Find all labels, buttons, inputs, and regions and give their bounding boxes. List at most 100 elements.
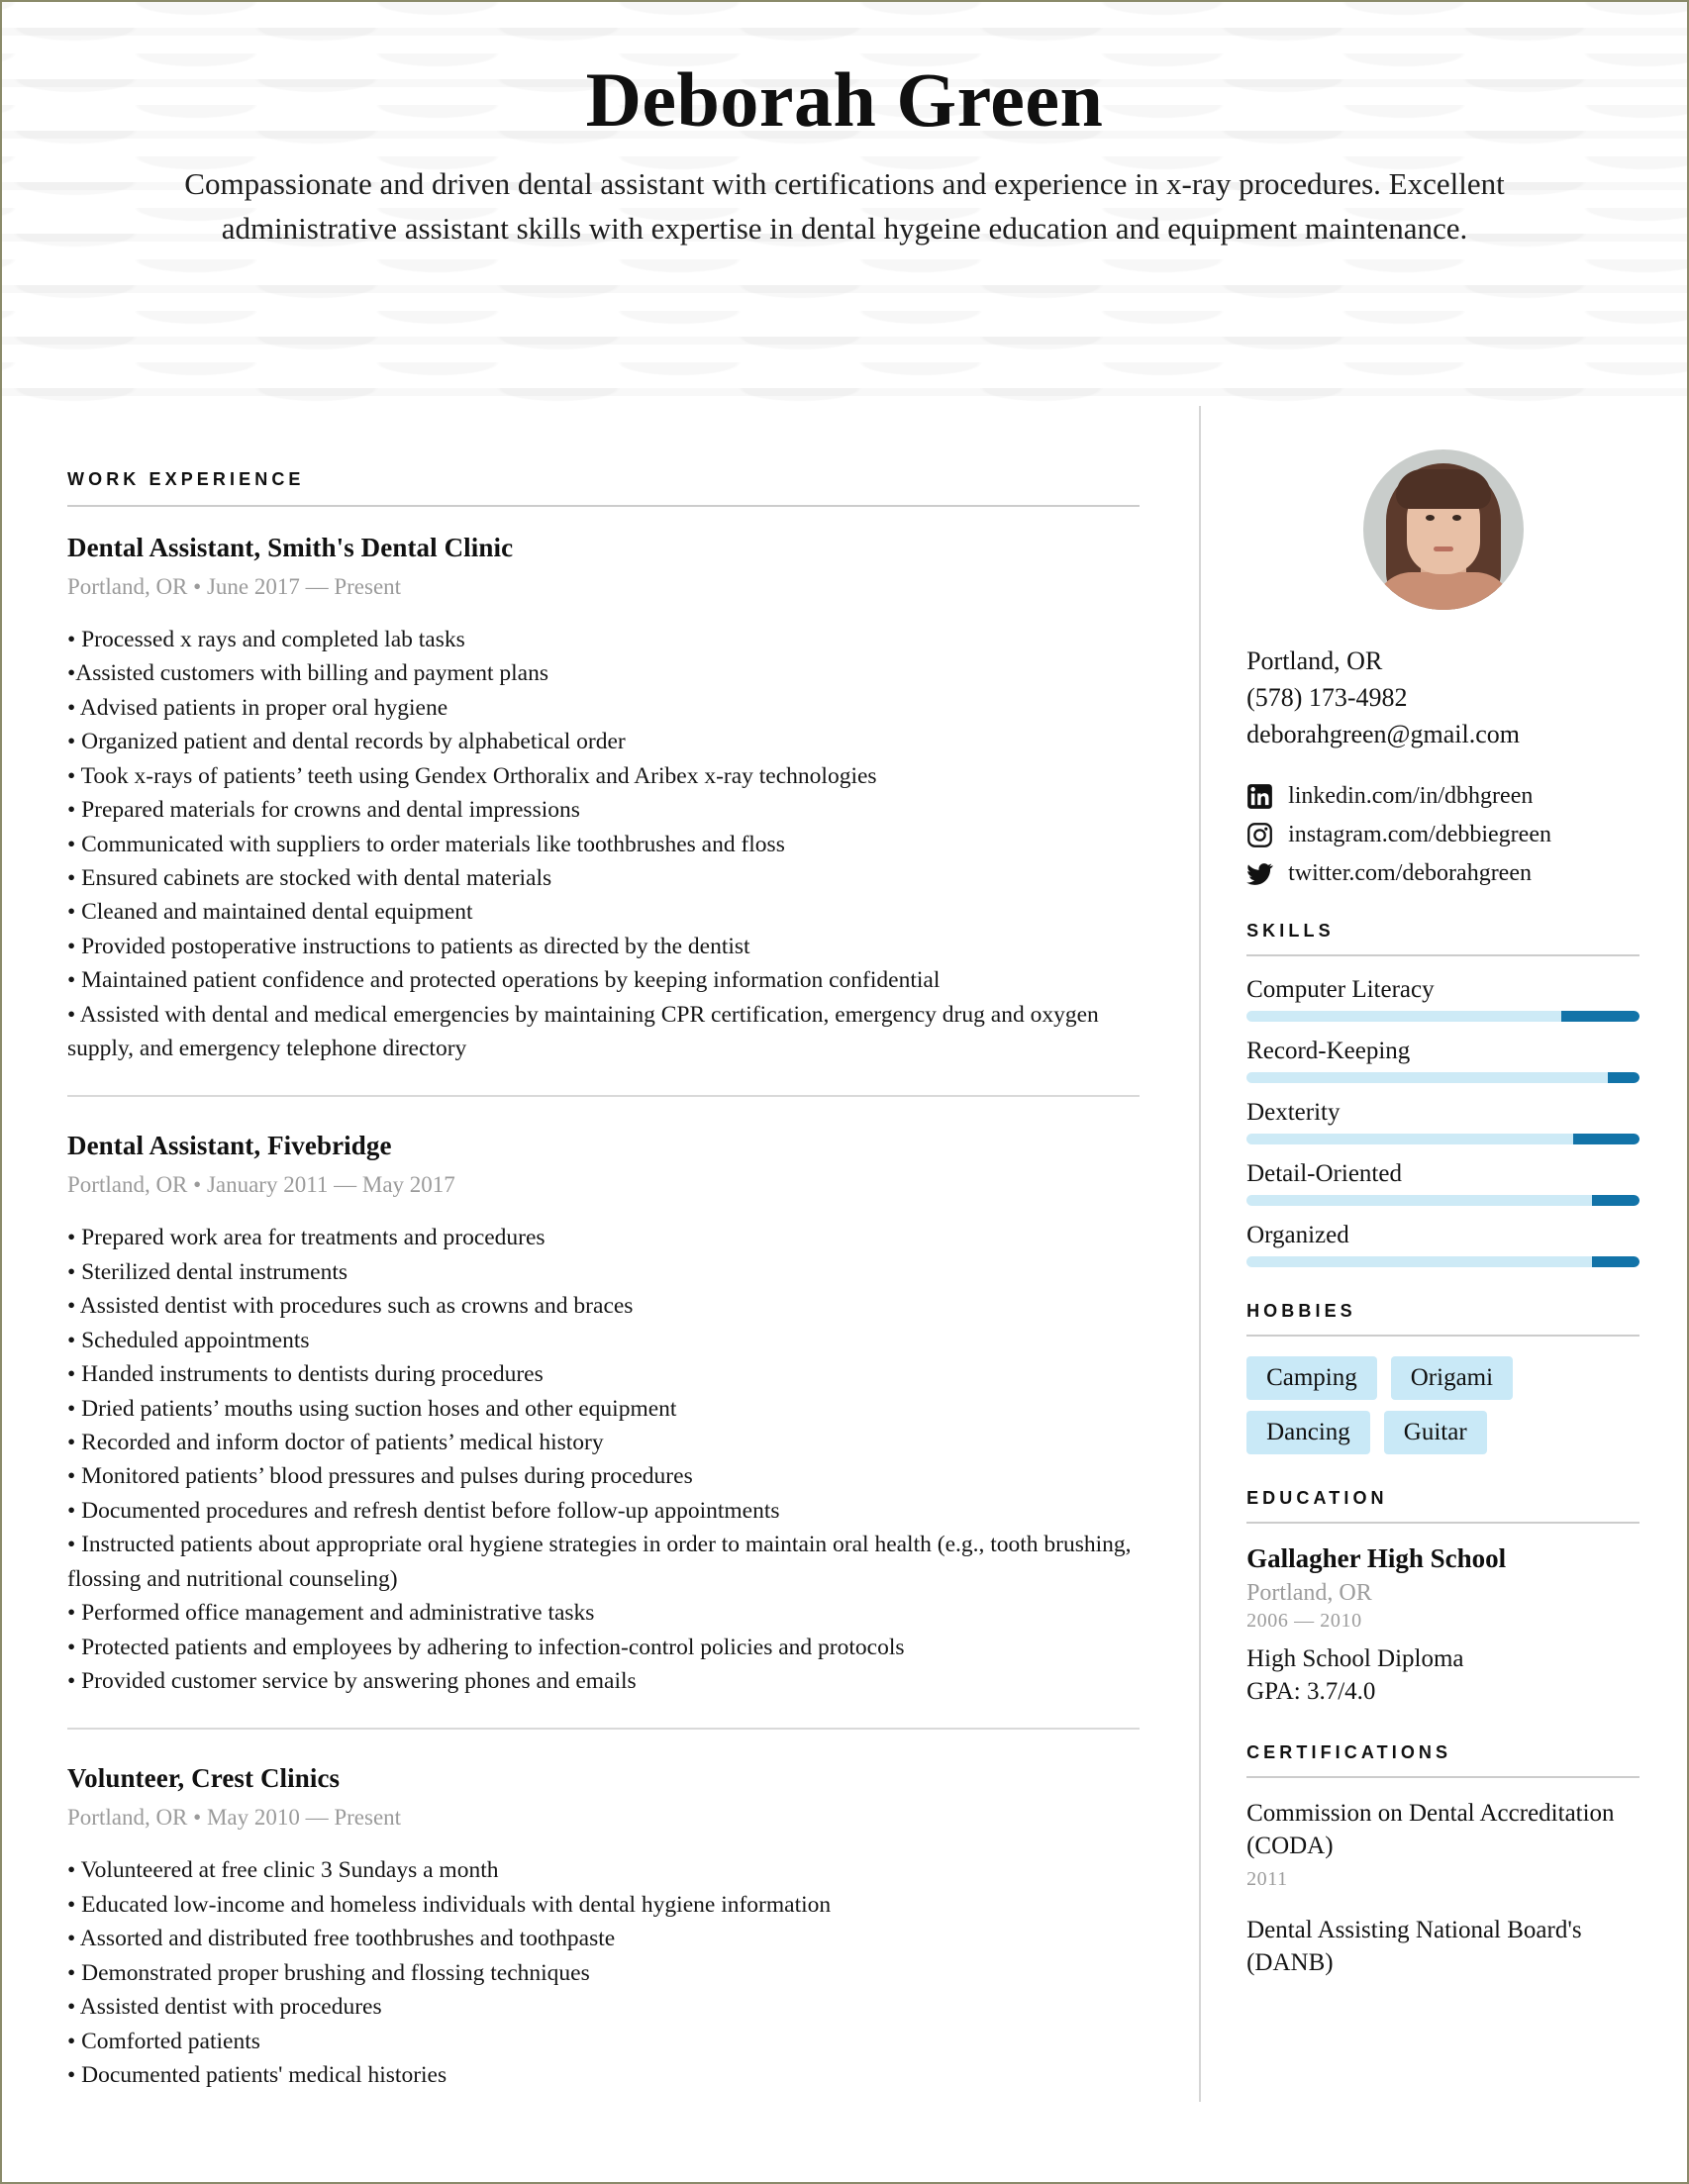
bullet-item: • Recorded and inform doctor of patients… — [67, 1430, 604, 1456]
bullet-item: • Advised patients in proper oral hygien… — [67, 694, 448, 721]
work-entry-bullets: • Processed x rays and completed lab tas… — [67, 623, 1140, 1065]
hobby-tag: Origami — [1390, 1355, 1514, 1400]
work-entry-divider — [67, 1095, 1141, 1098]
social-link-label: twitter.com/deborahgreen — [1288, 859, 1532, 886]
page-title: Deborah Green — [585, 56, 1104, 143]
bullet-item: • Provided customer service by answering… — [67, 1667, 637, 1694]
skill-progress-bar — [1246, 1255, 1639, 1267]
skill-progress-bar — [1246, 1194, 1639, 1206]
skill-label: Dexterity — [1246, 1098, 1341, 1126]
certification-year: 2011 — [1246, 1868, 1288, 1891]
work-experience-list: Dental Assistant, Smith's Dental Clinic P… — [67, 533, 1141, 2092]
hobby-tag: Guitar — [1383, 1410, 1487, 1454]
work-entry-divider — [67, 1728, 1141, 1731]
skills-heading: SKILLS — [1246, 920, 1335, 941]
bullet-item: • Protected patients and employees by ad… — [67, 1634, 905, 1660]
resume-page: Deborah Green Compassionate and driven d… — [0, 0, 1689, 2184]
contact-phone[interactable]: (578) 173-4982 — [1246, 680, 1639, 717]
skill-label: Organized — [1246, 1221, 1349, 1248]
work-experience-heading: WORK EXPERIENCE — [67, 469, 305, 489]
social-link[interactable]: twitter.com/deborahgreen — [1246, 860, 1639, 887]
work-entry-meta: Portland, OR • June 2017 — Present — [67, 574, 402, 599]
professional-summary: Compassionate and driven dental assistan… — [184, 166, 1505, 247]
skill-progress-lead — [1608, 1071, 1639, 1083]
section-divider — [1246, 1334, 1639, 1337]
work-entry: Dental Assistant, Fivebridge Portland, OR… — [67, 1131, 1140, 1698]
bullet-item: • Assorted and distributed free toothbru… — [67, 1926, 616, 1952]
social-link[interactable]: linkedin.com/in/dbhgreen — [1246, 783, 1639, 810]
certifications-section: CERTIFICATIONS Commission on Dental Accr… — [1246, 1742, 1639, 1979]
bullet-item: • Provided postoperative instructions to… — [67, 933, 750, 959]
instagram-icon — [1246, 822, 1273, 848]
bullet-item: • Scheduled appointments — [67, 1327, 310, 1353]
section-divider — [1246, 1776, 1639, 1779]
hobbies-section: HOBBIES Camping Origami Dancing Guitar — [1246, 1301, 1639, 1454]
hobbies-list: Camping Origami Dancing Guitar — [1246, 1355, 1639, 1454]
bullet-item: • Educated low-income and homeless indiv… — [67, 1891, 832, 1918]
certification-name: Commission on Dental Accreditation (CODA… — [1246, 1800, 1615, 1859]
social-link-label: linkedin.com/in/dbhgreen — [1288, 782, 1534, 809]
bullet-item: • Organized patient and dental records b… — [67, 729, 626, 755]
certification-name: Dental Assisting National Board's (DANB) — [1246, 1917, 1582, 1976]
bullet-item: • Processed x rays and completed lab tas… — [67, 627, 465, 652]
work-entry: Volunteer, Crest Clinics Portland, OR • M… — [67, 1763, 1140, 2092]
certifications-list: Commission on Dental Accreditation (CODA… — [1246, 1798, 1639, 1979]
skill-progress-lead — [1560, 1010, 1639, 1022]
bullet-item: • Ensured cabinets are stocked with dent… — [67, 864, 552, 891]
bullet-item: • Communicated with suppliers to order m… — [67, 831, 785, 857]
avatar-eye-left — [1425, 515, 1435, 521]
resume-header: Deborah Green Compassionate and driven d… — [2, 2, 1687, 406]
skill-label: Computer Literacy — [1246, 975, 1435, 1003]
bullet-item: • Documented patients' medical histories — [67, 2061, 447, 2088]
section-divider — [1246, 1521, 1639, 1524]
bullet-item: • Cleaned and maintained dental equipmen… — [67, 899, 473, 926]
linkedin-icon — [1246, 783, 1273, 810]
skill-progress-lead — [1572, 1133, 1639, 1144]
skill-label: Record-Keeping — [1246, 1037, 1411, 1064]
education-section: EDUCATION Gallagher High School Portland… — [1246, 1488, 1639, 1710]
bullet-item: • Monitored patients’ blood pressures an… — [67, 1463, 693, 1490]
bullet-item: • Comforted patients — [67, 2028, 260, 2054]
skill-item: Detail-Oriented — [1246, 1160, 1639, 1206]
section-divider — [1246, 953, 1639, 956]
certifications-heading: CERTIFICATIONS — [1246, 1742, 1452, 1763]
contact-location: Portland, OR — [1246, 646, 1383, 675]
skill-progress-lead — [1592, 1194, 1639, 1206]
skill-progress-bar — [1246, 1133, 1639, 1144]
skill-item: Record-Keeping — [1246, 1038, 1639, 1083]
avatar-shoulders — [1373, 572, 1513, 610]
bullet-item: • Documented procedures and refresh dent… — [67, 1497, 780, 1524]
certification-item: Commission on Dental Accreditation (CODA… — [1246, 1798, 1639, 1891]
skill-item: Computer Literacy — [1246, 976, 1639, 1022]
skill-progress-bar — [1246, 1010, 1639, 1022]
skill-progress-bar — [1246, 1071, 1639, 1083]
work-entry-title: Volunteer, Crest Clinics — [67, 1763, 341, 1794]
bullet-item: • Dried patients’ mouths using suction h… — [67, 1395, 677, 1422]
bullet-item: • Instructed patients about appropriate … — [67, 1532, 1132, 1592]
certification-item: Dental Assisting National Board's (DANB) — [1246, 1915, 1639, 1979]
bullet-item: • Volunteered at free clinic 3 Sundays a… — [67, 1857, 499, 1884]
main-column: WORK EXPERIENCE Dental Assistant, Smith'… — [2, 406, 1199, 2102]
bullet-item: • Prepared materials for crowns and dent… — [67, 797, 580, 824]
social-link[interactable]: instagram.com/debbiegreen — [1246, 822, 1639, 848]
bullet-item: • Performed office management and admini… — [67, 1600, 595, 1627]
education-degree: High School Diploma — [1246, 1644, 1464, 1672]
bullet-item: •Assisted customers with billing and pay… — [67, 660, 549, 687]
bullet-item: • Took x-rays of patients’ teeth using G… — [67, 762, 877, 789]
education-location: Portland, OR — [1246, 1579, 1372, 1606]
bullet-item: • Demonstrated proper brushing and floss… — [67, 1959, 590, 1986]
bullet-item: • Maintained patient confidence and prot… — [67, 967, 941, 994]
avatar — [1362, 449, 1524, 610]
skills-section: SKILLS Computer Literacy Record-Keeping De… — [1246, 921, 1639, 1267]
section-divider — [67, 505, 1141, 507]
work-entry-meta: Portland, OR • January 2011 — May 2017 — [67, 1172, 455, 1198]
contact-email[interactable]: deborahgreen@gmail.com — [1246, 717, 1639, 753]
sidebar: Portland, OR (578) 173-4982 deborahgreen… — [1199, 406, 1687, 2103]
social-links: linkedin.com/in/dbhgreen instagram.com/de… — [1246, 783, 1639, 887]
work-entry: Dental Assistant, Smith's Dental Clinic P… — [67, 533, 1140, 1065]
contact-block: Portland, OR (578) 173-4982 deborahgreen… — [1246, 644, 1639, 753]
bullet-item: • Assisted with dental and medical emerg… — [67, 1001, 1099, 1062]
avatar-eye-right — [1451, 515, 1461, 521]
skills-list: Computer Literacy Record-Keeping Dexterity… — [1246, 976, 1639, 1267]
skill-label: Detail-Oriented — [1246, 1159, 1402, 1187]
